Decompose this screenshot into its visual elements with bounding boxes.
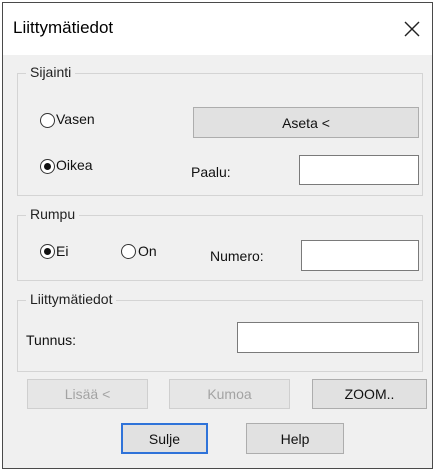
radio-ei[interactable] — [40, 244, 55, 259]
close-dialog-button[interactable]: Sulje — [121, 423, 208, 454]
radio-on-label[interactable]: On — [138, 243, 157, 259]
dialog-window: Liittymätiedot Sijainti Vasen Aseta < Oi… — [2, 2, 433, 469]
tunnus-label: Tunnus: — [26, 332, 77, 348]
title-bar: Liittymätiedot — [3, 3, 432, 55]
help-button[interactable]: Help — [246, 423, 344, 454]
add-button[interactable]: Lisää < — [27, 379, 148, 409]
paalu-field[interactable] — [299, 155, 419, 185]
radio-oikea[interactable] — [40, 159, 55, 174]
group-liittymatiedot-label: Liittymätiedot — [26, 291, 117, 307]
close-button[interactable] — [396, 9, 432, 49]
radio-vasen-label[interactable]: Vasen — [56, 111, 95, 127]
radio-on[interactable] — [121, 244, 136, 259]
radio-oikea-label[interactable]: Oikea — [56, 157, 93, 173]
group-sijainti-label: Sijainti — [26, 64, 76, 80]
paalu-label: Paalu: — [191, 164, 231, 180]
undo-button[interactable]: Kumoa — [169, 379, 290, 409]
close-icon — [404, 21, 420, 37]
tunnus-field[interactable] — [237, 322, 419, 353]
numero-field[interactable] — [301, 240, 419, 271]
radio-vasen[interactable] — [40, 113, 55, 128]
group-rumpu-label: Rumpu — [26, 206, 80, 222]
set-button[interactable]: Aseta < — [193, 107, 419, 138]
numero-label: Numero: — [210, 248, 264, 264]
radio-ei-label[interactable]: Ei — [56, 243, 68, 259]
window-title: Liittymätiedot — [13, 18, 114, 37]
zoom-button[interactable]: ZOOM.. — [312, 379, 427, 409]
